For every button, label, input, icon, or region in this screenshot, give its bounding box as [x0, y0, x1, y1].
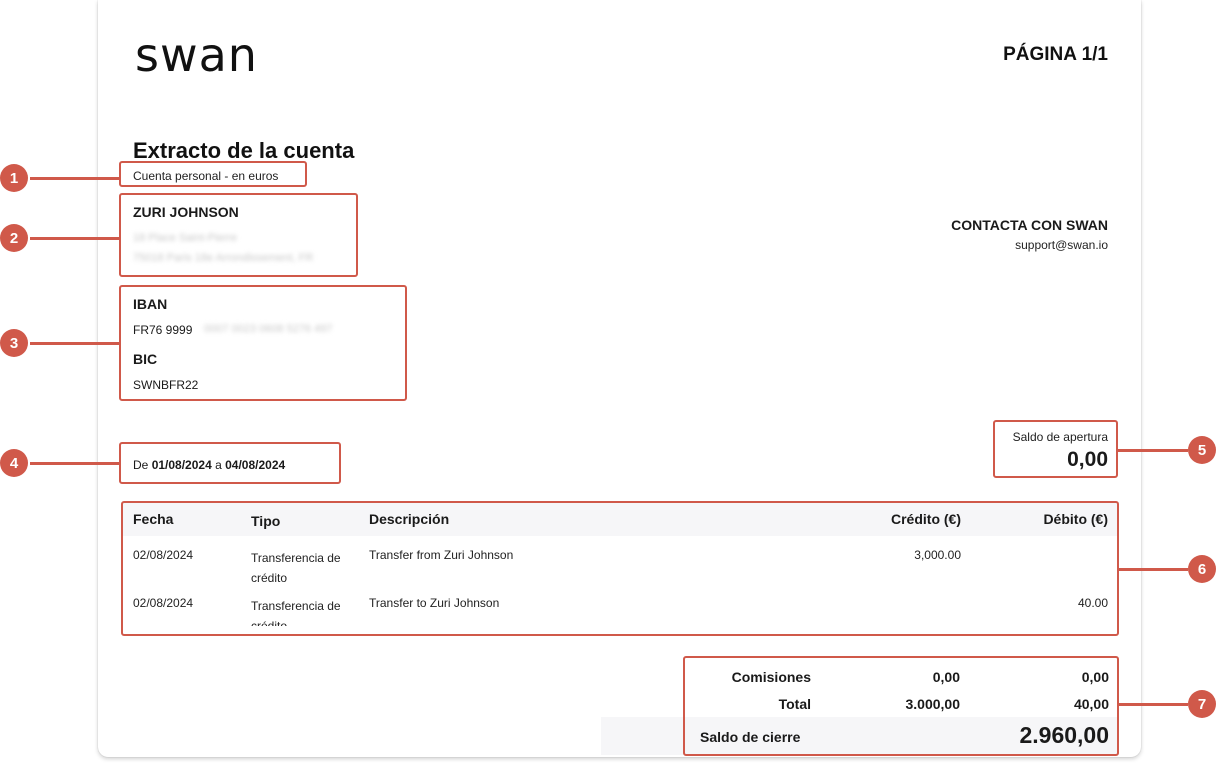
annotation-leader-7 — [1119, 703, 1188, 706]
page-number: PÁGINA 1/1 — [1003, 44, 1108, 65]
contact-title: CONTACTA CON SWAN — [951, 217, 1108, 233]
annotation-badge-5: 5 — [1188, 436, 1216, 464]
annotation-box-4 — [119, 442, 341, 484]
annotation-box-5 — [993, 420, 1118, 478]
annotation-badge-6: 6 — [1188, 555, 1216, 583]
annotation-badge-4: 4 — [0, 449, 28, 477]
annotation-box-3 — [119, 285, 407, 401]
annotation-leader-2 — [30, 237, 119, 240]
annotation-leader-6 — [1119, 568, 1188, 571]
swan-logo: swan — [135, 28, 258, 82]
annotation-box-1 — [119, 161, 307, 187]
annotation-badge-3: 3 — [0, 329, 28, 357]
annotation-leader-4 — [30, 462, 119, 465]
contact-email: support@swan.io — [1015, 238, 1108, 252]
annotation-box-7 — [683, 656, 1119, 756]
annotation-box-6 — [121, 501, 1119, 636]
annotation-leader-3 — [30, 342, 119, 345]
annotation-badge-1: 1 — [0, 164, 28, 192]
annotation-badge-7: 7 — [1188, 690, 1216, 718]
annotation-leader-1 — [30, 177, 119, 180]
annotation-badge-2: 2 — [0, 224, 28, 252]
annotation-box-2 — [119, 193, 358, 277]
annotation-leader-5 — [1118, 449, 1188, 452]
